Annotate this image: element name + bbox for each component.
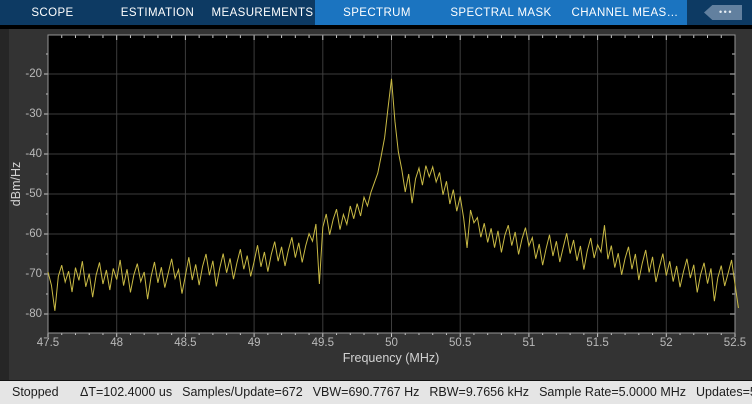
- x-tick-label: 50: [385, 337, 398, 349]
- y-tick-label: -60: [25, 228, 42, 240]
- tab-channel-measurements[interactable]: CHANNEL MEAS…: [563, 0, 687, 25]
- toolstrip: SCOPE ESTIMATION MEASUREMENTS SPECTRUM S…: [0, 0, 752, 25]
- run-status-text: Stopped: [12, 385, 59, 399]
- toolstrip-overflow-button[interactable]: •••: [704, 5, 742, 20]
- spectrum-plot[interactable]: [40, 31, 744, 343]
- y-tick-label: -20: [25, 68, 42, 80]
- x-axis-title: Frequency (MHz): [343, 351, 440, 365]
- y-tick-label: -50: [25, 188, 42, 200]
- x-tick-label: 48: [110, 337, 123, 349]
- panel-left-edge: [0, 29, 9, 380]
- y-axis-title: dBm/Hz: [9, 162, 23, 206]
- status-vbw: VBW=690.7767 Hz: [313, 385, 420, 399]
- x-tick-label: 50.5: [449, 337, 471, 349]
- tab-estimation[interactable]: ESTIMATION: [105, 0, 210, 25]
- tab-group-standard: SCOPE ESTIMATION MEASUREMENTS: [0, 0, 315, 25]
- x-tick-label: 52.5: [724, 337, 746, 349]
- toolbar-end: •••: [687, 0, 752, 25]
- y-tick-label: -70: [25, 268, 42, 280]
- y-tick-label: -40: [25, 148, 42, 160]
- status-sample-rate: Sample Rate=5.0000 MHz: [539, 385, 686, 399]
- x-tick-label: 48.5: [174, 337, 196, 349]
- status-updates: Updates=5: [696, 385, 752, 399]
- y-tick-label: -30: [25, 108, 42, 120]
- x-tick-label: 52: [660, 337, 673, 349]
- status-samples-per-update: Samples/Update=672: [182, 385, 303, 399]
- status-metrics: ΔT=102.4000 us Samples/Update=672 VBW=69…: [80, 385, 752, 399]
- x-tick-label: 49.5: [312, 337, 334, 349]
- tab-spectral-mask[interactable]: SPECTRAL MASK: [439, 0, 563, 25]
- x-tick-label: 47.5: [37, 337, 59, 349]
- y-tick-label: -80: [25, 308, 42, 320]
- x-tick-label: 51: [522, 337, 535, 349]
- spectrum-analyzer-window: SCOPE ESTIMATION MEASUREMENTS SPECTRUM S…: [0, 0, 752, 404]
- tab-measurements[interactable]: MEASUREMENTS: [210, 0, 315, 25]
- x-tick-label: 49: [248, 337, 261, 349]
- tab-scope[interactable]: SCOPE: [0, 0, 105, 25]
- ellipsis-icon: •••: [713, 8, 733, 17]
- status-bar: Stopped ΔT=102.4000 us Samples/Update=67…: [0, 380, 752, 404]
- status-rbw: RBW=9.7656 kHz: [429, 385, 529, 399]
- status-delta-t: ΔT=102.4000 us: [80, 385, 172, 399]
- tab-group-contextual: SPECTRUM SPECTRAL MASK CHANNEL MEAS…: [315, 0, 687, 25]
- tab-spectrum[interactable]: SPECTRUM: [315, 0, 439, 25]
- x-tick-label: 51.5: [586, 337, 608, 349]
